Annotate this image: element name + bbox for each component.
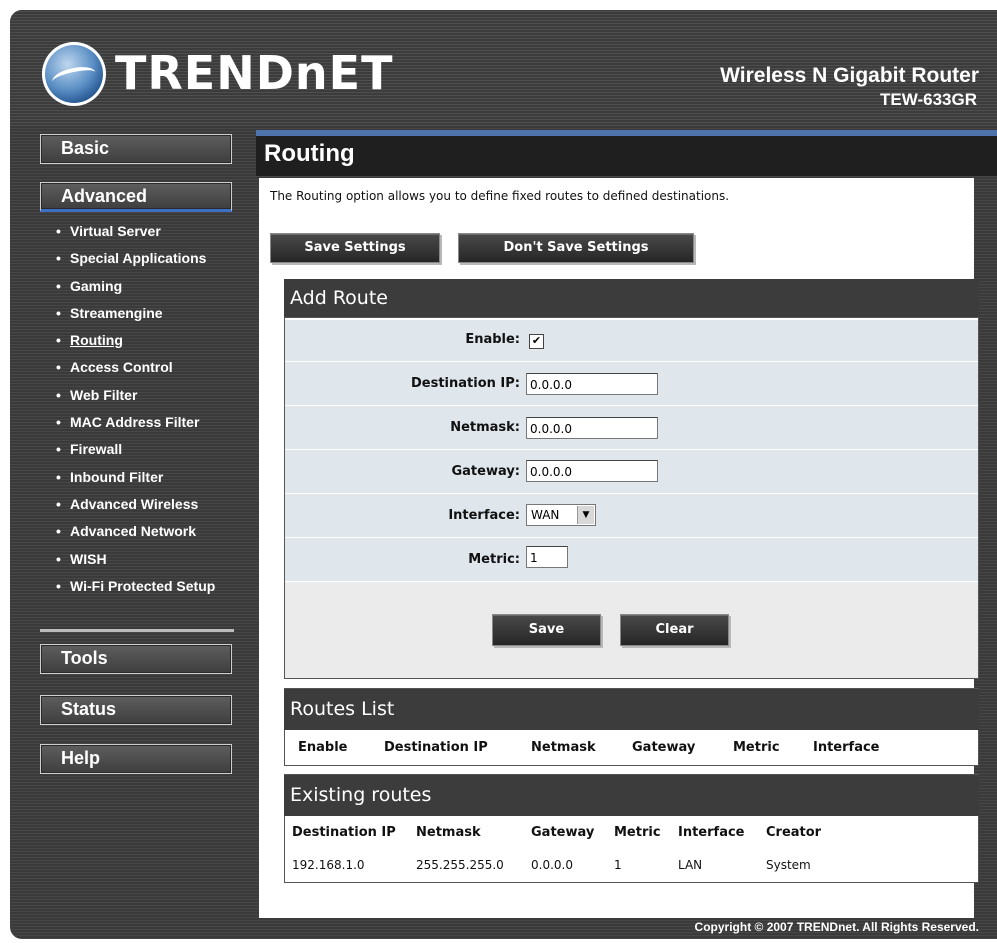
existing-col-gateway: Gateway xyxy=(531,825,595,840)
enable-row: Enable: xyxy=(285,320,978,362)
netmask-label: Netmask: xyxy=(450,420,520,435)
save-route-button[interactable]: Save xyxy=(492,614,601,646)
nav-tools-button[interactable]: Tools xyxy=(40,644,232,674)
existing-col-netmask: Netmask xyxy=(416,825,481,840)
subnav-item-wi-fi-protected-setup[interactable]: Wi-Fi Protected Setup xyxy=(40,577,234,595)
subnav-item-label: Routing xyxy=(70,332,123,349)
subnav-item-virtual-server[interactable]: Virtual Server xyxy=(40,222,234,240)
subnav-item-label: Inbound Filter xyxy=(70,468,164,485)
brand-logo-text: TRENDnET xyxy=(115,46,394,100)
interface-select[interactable]: WAN ▼ xyxy=(526,504,596,526)
gateway-input[interactable]: 0.0.0.0 xyxy=(526,460,658,482)
subnav-item-label: WISH xyxy=(70,550,107,567)
subnav-item-wish[interactable]: WISH xyxy=(40,550,234,568)
subnav-item-label: Web Filter xyxy=(70,386,138,403)
subnav-item-label: Streamengine xyxy=(70,304,163,321)
subnav-item-firewall[interactable]: Firewall xyxy=(40,440,234,458)
routes-list-col-gateway: Gateway xyxy=(632,740,696,755)
subnav-item-label: Access Control xyxy=(70,359,173,376)
interface-select-value: WAN xyxy=(531,508,560,522)
route-interface: LAN xyxy=(678,858,703,872)
interface-row: Interface: xyxy=(285,494,978,538)
nav-advanced-button[interactable]: Advanced xyxy=(40,182,232,212)
chevron-down-icon[interactable]: ▼ xyxy=(577,506,594,524)
page-title: Routing xyxy=(264,140,355,167)
existing-col-metric: Metric xyxy=(614,825,661,840)
subnav-item-access-control[interactable]: Access Control xyxy=(40,358,234,376)
destination-ip-label: Destination IP: xyxy=(411,376,520,391)
routes-list-col-netmask: Netmask xyxy=(531,740,596,755)
route-gateway: 0.0.0.0 xyxy=(531,858,573,872)
subnav-item-advanced-wireless[interactable]: Advanced Wireless xyxy=(40,495,234,513)
existing-col-creator: Creator xyxy=(766,825,822,840)
subnav-item-label: Virtual Server xyxy=(70,223,161,239)
subnav-item-special-applications[interactable]: Special Applications xyxy=(40,249,234,267)
metric-row: Metric: xyxy=(285,538,978,582)
existing-col-interface: Interface xyxy=(678,825,745,840)
destination-ip-input[interactable]: 0.0.0.0 xyxy=(526,373,658,395)
clear-route-button[interactable]: Clear xyxy=(620,614,729,646)
routes-list-col-destination-ip: Destination IP xyxy=(384,740,488,755)
content-header-bar xyxy=(256,130,997,176)
nav-help-button[interactable]: Help xyxy=(40,744,232,774)
page-intro-text: The Routing option allows you to define … xyxy=(270,189,730,203)
routes-list-col-metric: Metric xyxy=(733,740,780,755)
nav-basic-button[interactable]: Basic xyxy=(40,134,232,164)
subnav-item-web-filter[interactable]: Web Filter xyxy=(40,386,234,404)
subnav-item-routing[interactable]: Routing xyxy=(40,331,234,349)
dont-save-settings-button[interactable]: Don't Save Settings xyxy=(458,233,694,263)
subnav-item-label: Special Applications xyxy=(70,250,207,267)
gateway-label: Gateway: xyxy=(451,464,520,479)
route-destination-ip: 192.168.1.0 xyxy=(292,858,365,872)
route-netmask: 255.255.255.0 xyxy=(416,858,504,872)
subnav-item-gaming[interactable]: Gaming xyxy=(40,277,234,295)
subnav-item-label: MAC Address Filter xyxy=(70,414,200,431)
subnav-item-streamengine[interactable]: Streamengine xyxy=(40,304,234,322)
metric-label: Metric: xyxy=(468,552,520,567)
subnav-item-mac-address-filter[interactable]: MAC Address Filter xyxy=(40,413,234,431)
add-route-title: Add Route xyxy=(284,279,979,317)
route-creator: System xyxy=(766,858,811,872)
subnav-item-inbound-filter[interactable]: Inbound Filter xyxy=(40,468,234,486)
subnav-item-label: Advanced Network xyxy=(70,523,197,540)
routes-list-title: Routes List xyxy=(284,689,979,730)
subnav-item-label: Gaming xyxy=(70,277,123,294)
enable-label: Enable: xyxy=(465,332,520,347)
subnav-item-label: Wi-Fi Protected Setup xyxy=(70,577,216,594)
routes-list-col-enable: Enable xyxy=(298,740,348,755)
netmask-input[interactable]: 0.0.0.0 xyxy=(526,417,658,439)
route-metric: 1 xyxy=(614,858,622,872)
nav-status-button[interactable]: Status xyxy=(40,695,232,725)
interface-label: Interface: xyxy=(448,508,520,523)
routes-list-col-interface: Interface xyxy=(813,740,880,755)
product-model: TEW-633GR xyxy=(880,90,977,109)
metric-input[interactable]: 1 xyxy=(526,546,568,568)
existing-col-destination-ip: Destination IP xyxy=(292,825,396,840)
save-settings-button[interactable]: Save Settings xyxy=(270,233,440,263)
copyright-footer: Copyright © 2007 TRENDnet. All Rights Re… xyxy=(694,920,979,934)
enable-checkbox[interactable]: ✔ xyxy=(529,334,544,349)
trendnet-logo-icon xyxy=(42,42,106,106)
product-title: Wireless N Gigabit Router xyxy=(720,64,979,87)
subnav-item-label: Advanced Wireless xyxy=(70,495,199,512)
advanced-subnav: Virtual Server Special Applications Gaming… xyxy=(40,222,234,632)
existing-routes-title: Existing routes xyxy=(284,775,979,816)
subnav-item-label: Firewall xyxy=(70,441,123,458)
subnav-item-advanced-network[interactable]: Advanced Network xyxy=(40,522,234,540)
